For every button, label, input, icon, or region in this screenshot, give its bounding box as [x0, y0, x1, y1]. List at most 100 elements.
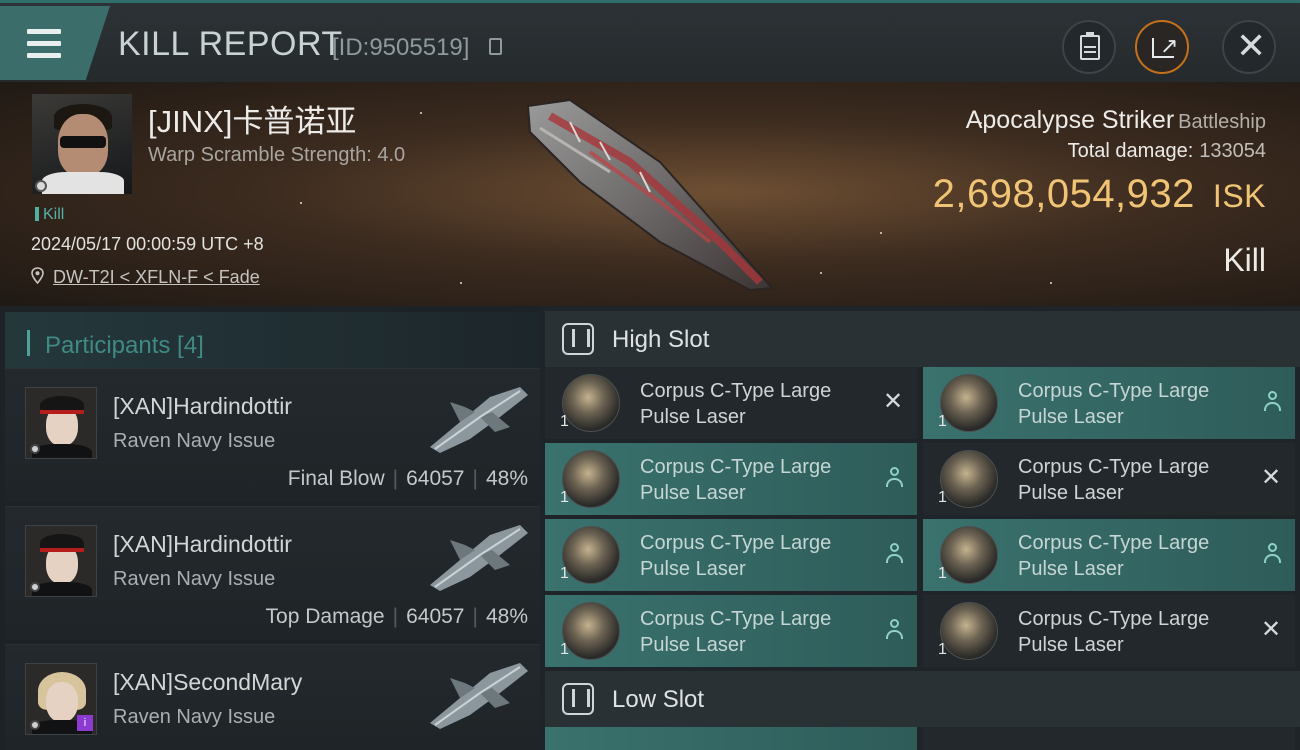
pulse-laser-icon: [940, 374, 998, 432]
high-slot-header[interactable]: High Slot: [545, 311, 1300, 367]
low-slot-module[interactable]: [545, 727, 917, 750]
share-button[interactable]: ↗: [1135, 20, 1189, 74]
module-name: Corpus C-Type Large: [1018, 608, 1210, 630]
corp-icon: [35, 180, 47, 192]
participants-panel: Participants [4] [XAN]Hardindottir Raven…: [0, 306, 540, 750]
corp-icon: [30, 582, 40, 592]
top-bar: KILL REPORT [ID:9505519] ↗ ✕: [0, 0, 1300, 82]
destroyed-x-icon: ✕: [1260, 616, 1282, 643]
pulse-laser-icon: [562, 374, 620, 432]
total-damage-label: Total damage:: [1067, 140, 1194, 162]
page-title: KILL REPORT: [118, 25, 343, 63]
pulse-laser-icon: [940, 602, 998, 660]
pulse-laser-icon: [562, 602, 620, 660]
module-item[interactable]: 1 Corpus C-Type Large Pulse Laser: [923, 367, 1295, 439]
pulse-laser-icon: [940, 450, 998, 508]
location-pin-icon: [31, 267, 44, 284]
copy-id-icon[interactable]: [489, 38, 502, 55]
participant-ship: Raven Navy Issue: [113, 706, 276, 728]
participant-card[interactable]: [XAN]Hardindottir Raven Navy Issue Final…: [5, 368, 540, 502]
participant-stats: Top Damage | 64057 | 48%: [265, 605, 528, 628]
info-badge-icon: i: [77, 715, 93, 731]
kill-timestamp: 2024/05/17 00:00:59 UTC +8: [31, 234, 264, 254]
kill-result: Kill: [1223, 242, 1266, 278]
module-item[interactable]: 1 Corpus C-Type Large Pulse Laser: [545, 595, 917, 667]
participant-avatar[interactable]: [25, 387, 97, 459]
close-button[interactable]: ✕: [1222, 20, 1276, 74]
victim-ship-name[interactable]: Apocalypse Striker Battleship: [966, 106, 1266, 135]
participant-card[interactable]: i [XAN]SecondMary Raven Navy Issue: [5, 644, 540, 750]
dropped-person-icon: [1263, 543, 1281, 565]
victim-avatar[interactable]: [32, 94, 132, 194]
module-name: Corpus C-Type Large: [640, 380, 832, 402]
destroyed-x-icon: ✕: [1260, 464, 1282, 491]
module-name: Corpus C-Type Large: [640, 456, 832, 478]
module-name: Pulse Laser: [640, 482, 746, 504]
menu-icon: [27, 29, 61, 34]
ship-class-text: Battleship: [1178, 111, 1266, 133]
participant-damage: 64057: [406, 605, 465, 628]
module-quantity: 1: [560, 641, 569, 658]
module-item[interactable]: 1 Corpus C-Type Large Pulse Laser: [545, 519, 917, 591]
module-quantity: 1: [938, 489, 947, 506]
module-item[interactable]: 1 Corpus C-Type Large Pulse Laser ✕: [923, 443, 1295, 515]
victim-ship-image: [526, 98, 775, 292]
menu-icon-bar: [27, 41, 61, 46]
participant-avatar[interactable]: [25, 525, 97, 597]
module-quantity: 1: [560, 565, 569, 582]
module-name: Corpus C-Type Large: [1018, 532, 1210, 554]
low-slot-header[interactable]: Low Slot: [545, 671, 1300, 727]
clipboard-button[interactable]: [1062, 20, 1116, 74]
module-item[interactable]: 1 Corpus C-Type Large Pulse Laser ✕: [545, 367, 917, 439]
pulse-laser-icon: [562, 450, 620, 508]
participant-ship-image: [430, 525, 528, 591]
participant-avatar[interactable]: i: [25, 663, 97, 735]
participant-ship: Raven Navy Issue: [113, 568, 276, 590]
participant-name: [XAN]Hardindottir: [113, 393, 292, 419]
total-damage: Total damage: 133054: [1068, 140, 1266, 163]
module-item[interactable]: 1 Corpus C-Type Large Pulse Laser: [545, 443, 917, 515]
isk-value: 2,698,054,932 ISK: [933, 172, 1266, 217]
ship-name-text: Apocalypse Striker: [965, 106, 1175, 134]
module-name: Pulse Laser: [1018, 482, 1124, 504]
participant-role: Final Blow: [287, 467, 385, 490]
kill-tag: Kill: [35, 206, 64, 224]
report-id: [ID:9505519]: [332, 34, 470, 61]
share-arrow-icon: ↗: [1160, 33, 1179, 58]
isk-amount: 2,698,054,932: [932, 172, 1195, 216]
low-slot-label: Low Slot: [612, 686, 705, 713]
module-name: Pulse Laser: [1018, 406, 1124, 428]
high-slot-icon: [562, 323, 594, 355]
destroyed-x-icon: ✕: [882, 388, 904, 415]
module-name: Corpus C-Type Large: [1018, 456, 1210, 478]
menu-button[interactable]: [0, 6, 110, 80]
participant-ship-image: [430, 663, 528, 729]
total-damage-value: 133054: [1199, 140, 1266, 162]
dropped-person-icon: [885, 543, 903, 565]
pulse-laser-icon: [562, 526, 620, 584]
corp-icon: [30, 720, 40, 730]
module-name: Pulse Laser: [1018, 558, 1124, 580]
module-name: Corpus C-Type Large: [640, 608, 832, 630]
participants-header[interactable]: Participants [4]: [5, 312, 540, 368]
module-quantity: 1: [938, 565, 947, 582]
participant-card[interactable]: [XAN]Hardindottir Raven Navy Issue Top D…: [5, 506, 540, 640]
dropped-person-icon: [1263, 391, 1281, 413]
module-name: Pulse Laser: [640, 558, 746, 580]
low-slot-module[interactable]: [923, 727, 1295, 750]
module-quantity: 1: [560, 489, 569, 506]
dropped-person-icon: [885, 467, 903, 489]
kill-location-link[interactable]: DW-T2I < XFLN-F < Fade: [53, 267, 260, 288]
module-item[interactable]: 1 Corpus C-Type Large Pulse Laser ✕: [923, 595, 1295, 667]
kill-report-screen: KILL REPORT [ID:9505519] ↗ ✕ [JINX]卡普诺亚 …: [0, 0, 1300, 750]
module-quantity: 1: [938, 641, 947, 658]
clipboard-icon-line: [1084, 51, 1096, 53]
victim-name[interactable]: [JINX]卡普诺亚: [148, 96, 356, 141]
participant-stats: Final Blow | 64057 | 48%: [287, 467, 528, 490]
participants-title: Participants [4]: [45, 332, 204, 359]
module-item[interactable]: 1 Corpus C-Type Large Pulse Laser: [923, 519, 1295, 591]
corp-icon: [30, 444, 40, 454]
participant-ship: Raven Navy Issue: [113, 430, 276, 452]
participant-percent: 48%: [485, 467, 528, 490]
participant-ship-image: [430, 387, 528, 453]
